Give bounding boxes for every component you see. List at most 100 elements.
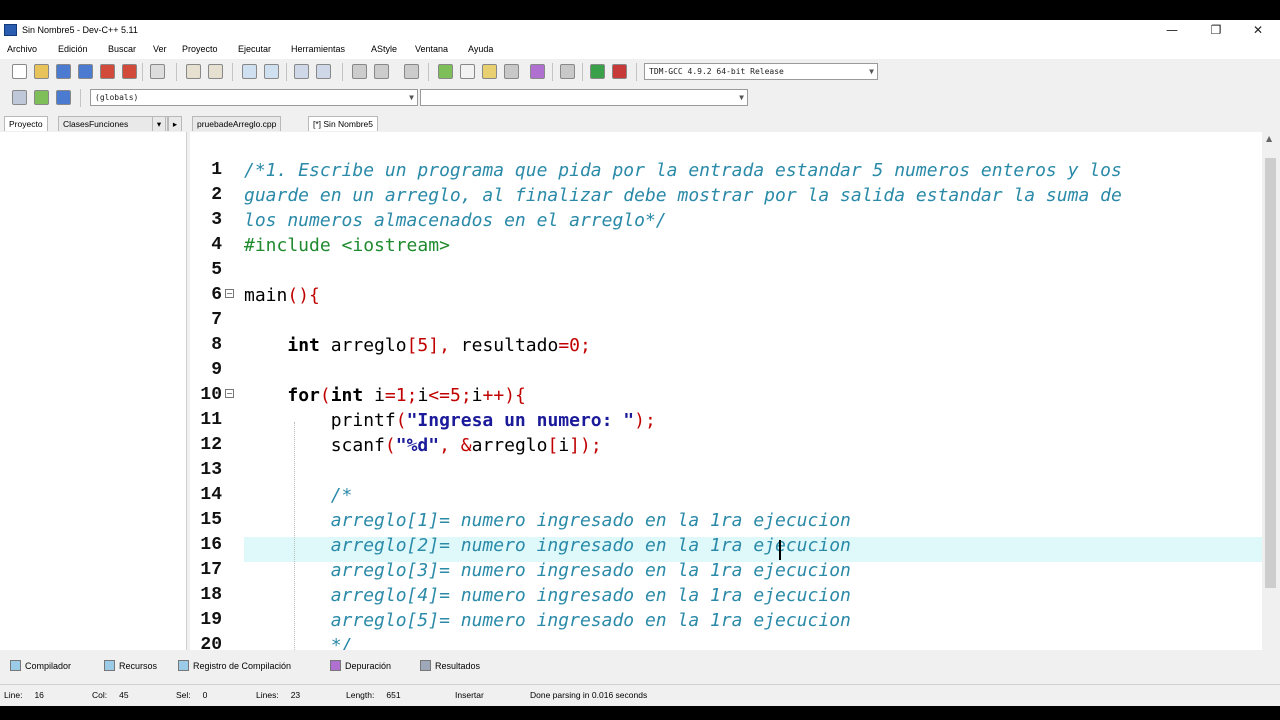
line-number-gutter[interactable]: 1 2 3 4 5 6 7 8 9 10 11 12 13 14 15 16 1… [190,132,228,650]
title-bar[interactable]: Sin Nombre5 - Dev-C++ 5.11 — ❐ ✕ [0,20,1280,41]
tab-scroll-button[interactable]: ▸ [168,116,182,131]
print-icon[interactable] [150,64,165,79]
tab-proyecto[interactable]: Proyecto [4,116,48,131]
abort-icon[interactable] [560,64,575,79]
save-all-icon[interactable] [78,64,93,79]
syntax-check-icon[interactable] [530,64,545,79]
toolbar-separator [286,63,287,81]
indent-icon[interactable] [352,64,367,79]
tab-compilador[interactable]: Compilador [10,660,71,671]
tab-clases-label: Clases [63,119,89,129]
status-sel: Sel: 0 [176,690,207,700]
code-line: main(){ [244,285,320,306]
insert-icon[interactable] [34,90,49,105]
menu-herramientas[interactable]: Herramientas [291,44,345,54]
maximize-button[interactable]: ❐ [1194,20,1238,41]
close-button[interactable]: ✕ [1236,20,1280,41]
function-select[interactable]: ▼ [420,89,748,106]
compiler-select-value: TDM-GCC 4.9.2 64-bit Release [649,67,784,76]
window-title: Sin Nombre5 - Dev-C++ 5.11 [22,25,138,35]
status-lines-label: Lines: [256,690,279,700]
menu-ver[interactable]: Ver [153,44,167,54]
menu-proyecto[interactable]: Proyecto [182,44,218,54]
line-number: 14 [200,485,222,505]
code-line: */ [244,635,353,650]
vertical-scrollbar[interactable]: ▲ ▼ [1262,132,1279,670]
status-length-label: Length: [346,690,375,700]
status-sel-value: 0 [202,690,208,700]
open-file-icon[interactable] [34,64,49,79]
tab-recursos[interactable]: Recursos [104,660,157,671]
new-class-icon[interactable] [12,90,27,105]
code-line: arreglo[1]= numero ingresado en la 1ra e… [244,510,851,531]
redo-icon[interactable] [208,64,223,79]
close-file-icon[interactable] [100,64,115,79]
status-length: Length: 651 [346,690,401,700]
toggle-comment-icon[interactable] [404,64,419,79]
run-icon[interactable] [460,64,475,79]
line-number: 3 [211,210,222,230]
menu-astyle[interactable]: AStyle [371,44,397,54]
class-toolbar: (globals) ▼ ▼ [0,86,1280,110]
status-message: Done parsing in 0.016 seconds [530,690,648,700]
goto-line-icon[interactable] [294,64,309,79]
code-line: arreglo[3]= numero ingresado en la 1ra e… [244,560,851,581]
scope-select[interactable]: (globals) ▼ [90,89,418,106]
rebuild-icon[interactable] [504,64,519,79]
menu-ayuda[interactable]: Ayuda [468,44,493,54]
new-file-icon[interactable] [12,64,27,79]
line-number: 19 [200,610,222,630]
devcpp-window: Sin Nombre5 - Dev-C++ 5.11 — ❐ ✕ Archivo… [0,20,1280,707]
line-number: 13 [200,460,222,480]
minimize-button[interactable]: — [1150,20,1194,41]
status-mode: Insertar [455,690,484,700]
tab-depuracion[interactable]: Depuración [330,660,391,671]
replace-icon[interactable] [264,64,279,79]
menu-buscar[interactable]: Buscar [108,44,136,54]
tab-funciones-label: Funciones [88,119,129,129]
compiler-select[interactable]: TDM-GCC 4.9.2 64-bit Release ▼ [644,63,878,80]
devcpp-app-icon [4,24,17,36]
toolbar-separator [232,63,233,81]
line-number: 6 [211,285,222,305]
menu-bar: Archivo Edición Buscar Ver Proyecto Ejec… [0,41,1280,59]
debug-icon[interactable] [612,64,627,79]
compile-run-icon[interactable] [482,64,497,79]
tab-registro-label: Registro de Compilación [193,661,292,671]
tab-registro-compilacion[interactable]: Registro de Compilación [178,660,291,671]
menu-ventana[interactable]: Ventana [415,44,448,54]
save-icon[interactable] [56,64,71,79]
menu-archivo[interactable]: Archivo [7,44,37,54]
scrollbar-thumb[interactable] [1265,158,1276,588]
tab-dropdown-button[interactable]: ▾ [152,116,166,131]
toolbar-separator [176,63,177,81]
bottom-panel-tabs: Compilador Recursos Registro de Compilac… [0,656,1280,678]
code-line: printf("Ingresa un numero: "); [244,410,656,431]
toolbar-separator [552,63,553,81]
menu-edicion[interactable]: Edición [58,44,88,54]
tabs-row: Proyecto ClasesFunciones ▾ ▸ pruebadeArr… [0,114,1280,132]
toolbar-separator [80,89,81,107]
status-col: Col: 45 [92,690,129,700]
code-editor[interactable]: 1 2 3 4 5 6 7 8 9 10 11 12 13 14 15 16 1… [190,132,1262,650]
find-icon[interactable] [242,64,257,79]
tab-resultados[interactable]: Resultados [420,660,480,671]
fold-toggle-icon[interactable]: − [225,289,234,298]
unindent-icon[interactable] [374,64,389,79]
tab-file-sin-nombre5[interactable]: [*] Sin Nombre5 [308,116,378,131]
fold-toggle-icon[interactable]: − [225,389,234,398]
code-line: for(int i=1;i<=5;i++){ [287,385,526,406]
compile-icon[interactable] [438,64,453,79]
scroll-up-icon[interactable]: ▲ [1266,134,1272,143]
bookmark-icon[interactable] [316,64,331,79]
line-number: 5 [211,260,222,280]
menu-ejecutar[interactable]: Ejecutar [238,44,271,54]
tab-file-pruebadearreglo[interactable]: pruebadeArreglo.cpp [192,116,282,131]
close-all-icon[interactable] [122,64,137,79]
undo-icon[interactable] [186,64,201,79]
new-project-icon[interactable] [56,90,71,105]
status-lines: Lines: 23 [256,690,300,700]
profile-icon[interactable] [590,64,605,79]
log-icon [178,660,189,671]
project-panel[interactable] [0,132,187,650]
